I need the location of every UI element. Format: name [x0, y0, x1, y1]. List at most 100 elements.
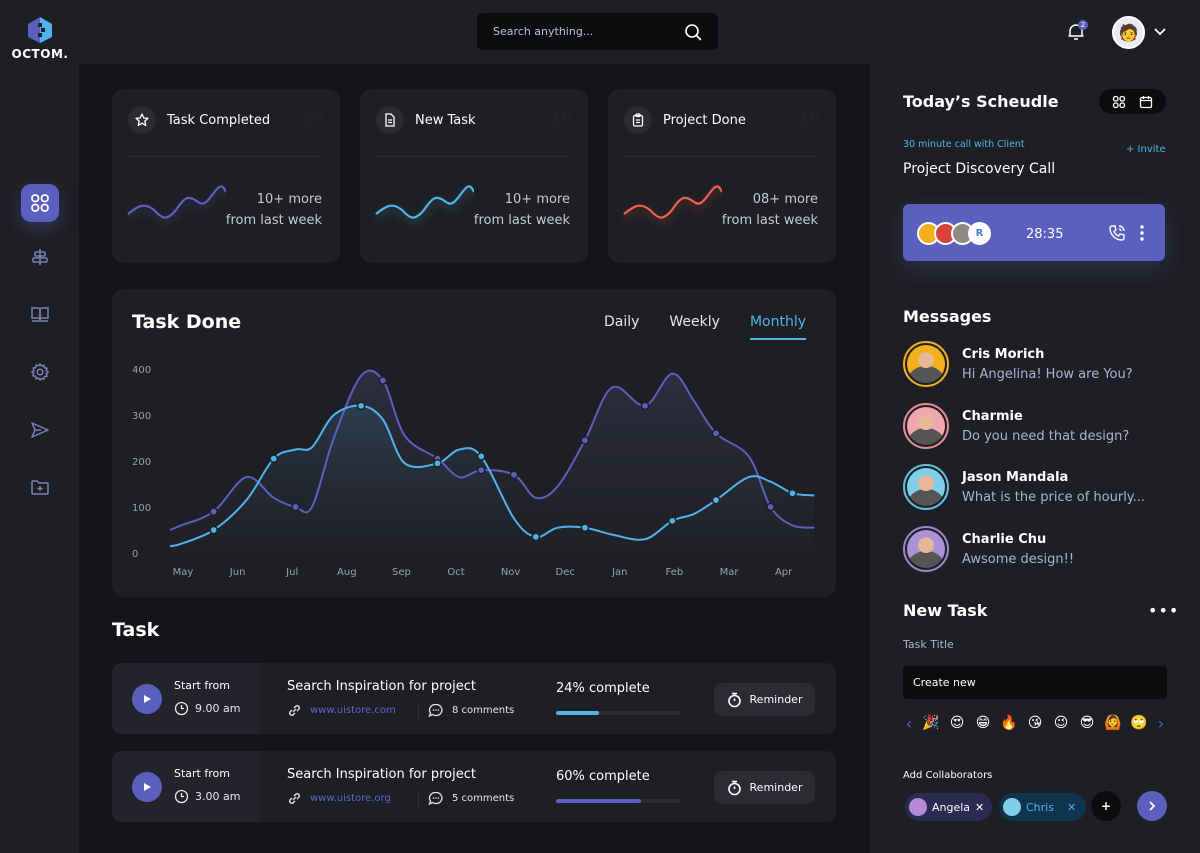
data-point[interactable]: [667, 516, 677, 526]
data-point[interactable]: [476, 452, 486, 461]
data-point[interactable]: [378, 376, 388, 385]
progress-bar: [556, 711, 681, 715]
search-input[interactable]: [493, 25, 663, 38]
emoji-kiss[interactable]: 😘: [1025, 715, 1045, 731]
x-tick-label: Apr: [775, 567, 793, 578]
divider: [418, 791, 419, 807]
sidebar-item-book[interactable]: [21, 295, 59, 333]
play-button[interactable]: [132, 772, 162, 802]
message-item[interactable]: Cris Morich Hi Angelina! How are You?: [903, 341, 1163, 391]
search-bar: [477, 13, 718, 50]
message-item[interactable]: Jason Mandala What is the price of hourl…: [903, 464, 1163, 514]
add-collaborator-button[interactable]: +: [1091, 791, 1121, 821]
emoji-heart-eyes[interactable]: 😍: [947, 715, 967, 731]
stat-card-new-task[interactable]: New Task 10 10+ more from last week: [360, 89, 588, 263]
task-link-text[interactable]: www.uistore.org: [310, 793, 391, 804]
calendar-icon[interactable]: [1139, 95, 1153, 109]
sidebar-item-send[interactable]: [21, 411, 59, 449]
next-button[interactable]: [1137, 791, 1167, 821]
data-point[interactable]: [766, 502, 775, 512]
remove-collaborator-icon[interactable]: ✕: [1067, 801, 1076, 814]
collaborator-chip[interactable]: Chris ✕: [999, 793, 1087, 821]
sidebar-item-dashboard[interactable]: [21, 184, 59, 222]
clock-icon: [174, 789, 189, 804]
data-point[interactable]: [433, 458, 442, 468]
data-point[interactable]: [476, 465, 486, 475]
notifications-button[interactable]: 2: [1066, 20, 1088, 44]
task-comments[interactable]: 5 comments: [428, 791, 514, 806]
chevron-down-icon[interactable]: [1153, 24, 1167, 38]
play-button[interactable]: [132, 684, 162, 714]
sidebar-item-folder[interactable]: [21, 468, 59, 506]
stat-more: 10+ more from last week: [226, 189, 322, 231]
call-card[interactable]: R 28:35: [903, 204, 1165, 261]
data-point[interactable]: [291, 502, 300, 512]
user-avatar[interactable]: 🧑: [1112, 16, 1145, 49]
emoji-ok-gesture[interactable]: 🙆: [1103, 715, 1123, 731]
x-tick-label: Aug: [337, 567, 357, 578]
message-preview: Do you need that design?: [962, 429, 1130, 444]
message-sender: Cris Morich: [962, 347, 1045, 362]
task-link[interactable]: www.uistore.com: [287, 703, 396, 718]
stat-card-project-done[interactable]: Project Done 10 08+ more from last week: [608, 89, 836, 263]
divider: [624, 156, 820, 157]
collaborator-chip[interactable]: Angela ✕: [905, 793, 993, 821]
message-sender: Jason Mandala: [962, 470, 1069, 485]
search-icon[interactable]: [684, 23, 702, 41]
task-row[interactable]: Start from 9.00 am Search Inspiration fo…: [112, 663, 836, 734]
emoji-eye-roll[interactable]: 🙄: [1129, 715, 1149, 731]
invite-button[interactable]: + Invite: [1126, 144, 1166, 155]
sidebar-item-settings[interactable]: [21, 353, 59, 391]
emoji-grin[interactable]: 😁: [973, 715, 993, 731]
emoji-picker: ‹ 🎉 😍 😁 🔥 😘 😉 😎 🙆 🙄 ›: [903, 713, 1167, 733]
data-point[interactable]: [640, 401, 650, 411]
emoji-sunglasses[interactable]: 😎: [1077, 715, 1097, 731]
tab-weekly[interactable]: Weekly: [669, 314, 720, 340]
main-content: Task Completed 08 10+ more from last week…: [79, 64, 870, 853]
emoji-next-button[interactable]: ›: [1155, 714, 1167, 733]
message-item[interactable]: Charmie Do you need that design?: [903, 403, 1163, 453]
stat-more-sub: from last week: [225, 213, 322, 228]
sidebar-item-layout[interactable]: [21, 238, 59, 276]
data-point[interactable]: [209, 507, 219, 516]
data-point[interactable]: [269, 454, 279, 464]
more-options-button[interactable]: •••: [1148, 601, 1179, 620]
task-title-input[interactable]: [903, 666, 1167, 699]
grid-view-icon[interactable]: [1112, 95, 1126, 109]
start-label: Start from: [174, 679, 230, 692]
data-point[interactable]: [711, 495, 721, 505]
data-point[interactable]: [788, 488, 797, 498]
data-point[interactable]: [509, 470, 519, 480]
send-icon: [31, 422, 49, 438]
data-point[interactable]: [356, 401, 366, 411]
period-tabs: Daily Weekly Monthly: [604, 314, 806, 340]
message-item[interactable]: Charlie Chu Awsome design!!: [903, 526, 1163, 576]
reminder-button[interactable]: Reminder: [714, 771, 815, 804]
data-point[interactable]: [580, 435, 590, 445]
tab-daily[interactable]: Daily: [604, 314, 639, 340]
data-point[interactable]: [531, 532, 541, 542]
reminder-label: Reminder: [749, 781, 803, 794]
emoji-fire[interactable]: 🔥: [999, 715, 1019, 731]
phone-call-icon[interactable]: [1108, 224, 1126, 242]
task-row[interactable]: Start from 3.00 am Search Inspiration fo…: [112, 751, 836, 822]
emoji-prev-button[interactable]: ‹: [903, 714, 915, 733]
remove-collaborator-icon[interactable]: ✕: [975, 801, 984, 814]
messages-title: Messages: [903, 307, 992, 326]
more-vertical-icon[interactable]: [1139, 225, 1145, 241]
task-link-text[interactable]: www.uistore.com: [310, 705, 396, 716]
task-comments[interactable]: 8 comments: [428, 703, 514, 718]
tab-monthly[interactable]: Monthly: [749, 314, 806, 340]
logo[interactable]: OCTOM.: [10, 16, 70, 61]
stat-title: Project Done: [663, 113, 746, 128]
data-point[interactable]: [580, 523, 590, 533]
stat-icon-wrap: [128, 106, 156, 134]
emoji-wink[interactable]: 😉: [1051, 715, 1071, 731]
stat-card-task-completed[interactable]: Task Completed 08 10+ more from last week: [112, 89, 340, 263]
sparkline: [375, 185, 474, 219]
task-link[interactable]: www.uistore.org: [287, 791, 391, 806]
data-point[interactable]: [209, 525, 219, 535]
data-point[interactable]: [711, 429, 721, 438]
emoji-party[interactable]: 🎉: [921, 715, 941, 731]
reminder-button[interactable]: Reminder: [714, 683, 815, 716]
